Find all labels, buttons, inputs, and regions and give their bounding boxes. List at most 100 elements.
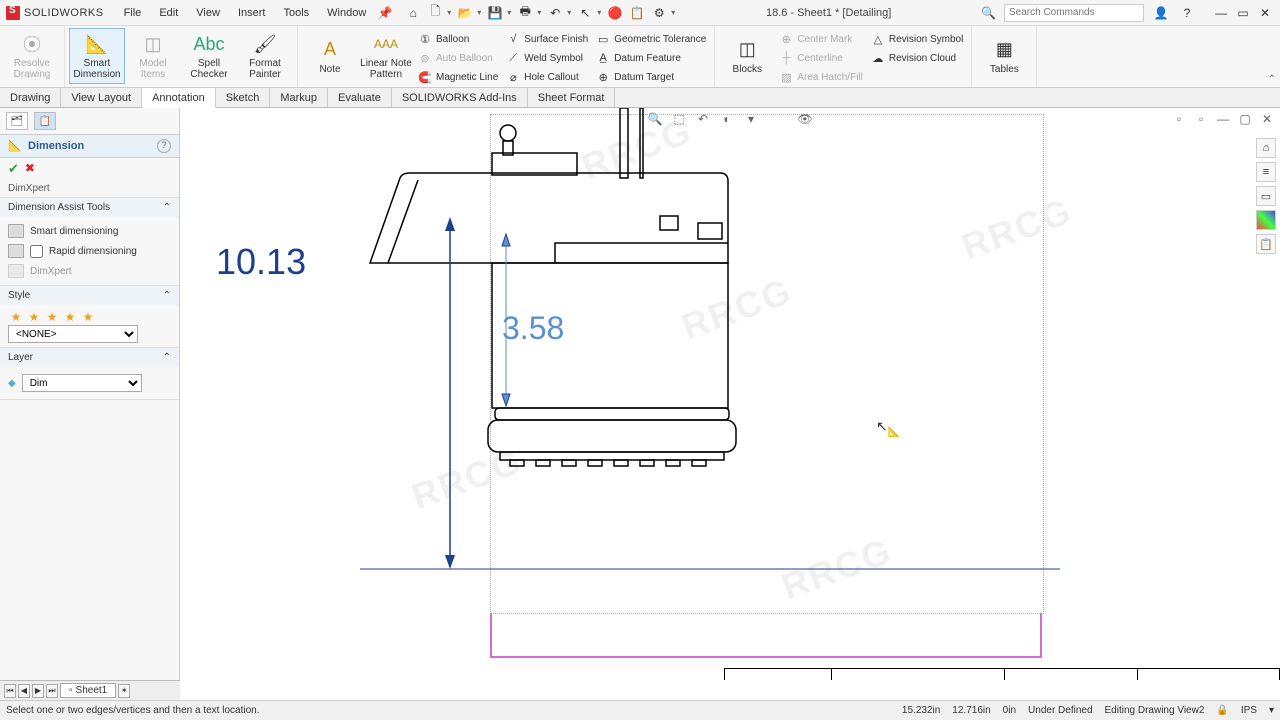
pin-icon[interactable]: 📌 [376,4,394,22]
settings-icon[interactable]: ⚙ [650,4,676,22]
style-icon-1[interactable]: ★ [8,309,24,325]
add-sheet-button[interactable]: ✶ [118,684,130,698]
home-icon[interactable]: ⌂ [404,4,422,22]
centerline-button: ┼Centerline [775,49,867,67]
style-icon-3[interactable]: ★ [44,309,60,325]
property-manager-tab[interactable]: 📋 [34,112,56,130]
rt-home-icon[interactable]: ⌂ [1256,138,1276,158]
weld-symbol-button[interactable]: ⟋Weld Symbol [502,49,592,67]
menu-file[interactable]: File [116,4,150,22]
sheet-tab-1[interactable]: ▫ Sheet1 [60,683,116,698]
magnetic-icon: 🧲 [418,70,432,84]
revision-symbol-button[interactable]: △Revision Symbol [867,30,967,48]
layer-section-header[interactable]: Layer⌃ [0,348,179,367]
bom-table[interactable]: ITEM NO. PART NUMBER Revision DESCRI 1 S… [724,668,1280,680]
login-icon[interactable]: 👤 [1152,4,1170,22]
surface-finish-button[interactable]: √Surface Finish [502,30,592,48]
spell-checker-button[interactable]: Abc Spell Checker [181,28,237,84]
cursor-icon: ↖📐 [876,418,900,438]
tab-addins[interactable]: SOLIDWORKS Add-Ins [392,88,528,107]
cancel-button[interactable]: ✖ [25,161,35,177]
geometric-tolerance-button[interactable]: ▭Geometric Tolerance [592,30,710,48]
rt-sheet-icon[interactable]: ▭ [1256,186,1276,206]
style-icon-4[interactable]: ★ [62,309,78,325]
undo-icon[interactable]: ↶ [546,4,572,22]
style-section-header[interactable]: Style⌃ [0,286,179,305]
ribbon-collapse-icon[interactable]: ⌃ [1268,74,1276,85]
mdi-close-icon[interactable]: ✕ [1258,110,1276,128]
dimension-value-outer[interactable]: 10.13 [216,241,306,283]
tab-sketch[interactable]: Sketch [216,88,271,107]
help-icon[interactable]: ? [1178,4,1196,22]
save-icon[interactable]: 💾 [486,4,512,22]
sheet-nav-first[interactable]: ⏮ [4,684,16,698]
ok-button[interactable]: ✔ [8,161,19,177]
dimension-icon: 📐 [85,32,109,56]
balloon-button[interactable]: ①Balloon [414,30,502,48]
style-icon-2[interactable]: ★ [26,309,42,325]
dimension-header-icon: 📐 [8,139,22,153]
rt-properties-icon[interactable]: 📋 [1256,234,1276,254]
menu-edit[interactable]: Edit [151,4,186,22]
smart-dim-icon [8,224,24,238]
note-button[interactable]: A Note [302,28,358,84]
rt-appearance-icon[interactable] [1256,210,1276,230]
new-icon[interactable]: 🗋 [426,4,452,22]
centerline-icon: ┼ [779,51,793,65]
sheet-nav-last[interactable]: ⏭ [46,684,58,698]
tab-sheet-format[interactable]: Sheet Format [528,88,616,107]
tab-markup[interactable]: Markup [270,88,328,107]
search-commands-input[interactable] [1004,4,1144,22]
tab-annotation[interactable]: Annotation [142,88,216,108]
magnetic-line-button[interactable]: 🧲Magnetic Line [414,68,502,86]
rt-layers-icon[interactable]: ≡ [1256,162,1276,182]
menu-insert[interactable]: Insert [230,4,274,22]
dimension-value-inner[interactable]: 3.58 [502,310,564,347]
layer-select[interactable]: Dim [22,374,142,392]
print-icon[interactable]: 🖶 [516,4,542,22]
status-rebuild-icon[interactable]: 🔒 [1216,705,1228,716]
sheet-nav-next[interactable]: ▶ [32,684,44,698]
revision-cloud-button[interactable]: ☁Revision Cloud [867,49,967,67]
rapid-dim-checkbox[interactable] [30,245,43,258]
tab-evaluate[interactable]: Evaluate [328,88,392,107]
style-icon-5[interactable]: ★ [80,309,96,325]
panel-help-icon[interactable]: ? [157,139,171,153]
blocks-button[interactable]: ◫ Blocks [719,28,775,84]
menu-view[interactable]: View [188,4,228,22]
mdi-max-icon[interactable]: ▢ [1236,110,1254,128]
dimxpert-subtab[interactable]: DimXpert [0,180,179,198]
minimize-icon[interactable]: — [1212,4,1230,22]
datum-target-button[interactable]: ⊕Datum Target [592,68,710,86]
drawing-canvas[interactable]: 🔍 ⬚ ↶ ◐ ▾ 👁 ▫ ▫ — ▢ ✕ ⌂ ≡ ▭ 📋 RRCG RRCG … [180,108,1280,680]
assist-section-header[interactable]: Dimension Assist Tools⌃ [0,198,179,217]
rapid-dimensioning-option[interactable]: Rapid dimensioning [8,241,171,261]
status-units[interactable]: IPS [1241,705,1257,716]
restore-icon[interactable]: ▭ [1234,4,1252,22]
tab-drawing[interactable]: Drawing [0,88,61,107]
select-icon[interactable]: ↖ [576,4,602,22]
menu-tools[interactable]: Tools [275,4,317,22]
hole-callout-button[interactable]: ⌀Hole Callout [502,68,592,86]
open-icon[interactable]: 📂 [456,4,482,22]
app-logo: SOLIDWORKS [6,6,104,20]
format-painter-button[interactable]: 🖌 Format Painter [237,28,293,84]
tables-button[interactable]: ▦ Tables [976,28,1032,84]
sheet-nav-prev[interactable]: ◀ [18,684,30,698]
mdi-tile-icon[interactable]: ▫ [1192,110,1210,128]
rebuild-icon[interactable]: 🔴 [606,4,624,22]
feature-manager-tab[interactable]: 🗂 [6,112,28,130]
style-select[interactable]: <NONE> [8,325,138,343]
mdi-cascade-icon[interactable]: ▫ [1170,110,1188,128]
options-icon[interactable]: 📋 [628,4,646,22]
linear-note-pattern-button[interactable]: AAA Linear Note Pattern [358,28,414,84]
dimxpert-option: DimXpert [8,261,171,281]
datum-feature-button[interactable]: A̲Datum Feature [592,49,710,67]
smart-dimension-button[interactable]: 📐 Smart Dimension [69,28,125,84]
mdi-min-icon[interactable]: — [1214,110,1232,128]
status-menu-icon[interactable]: ▾ [1269,705,1274,716]
menu-window[interactable]: Window [319,4,374,22]
close-icon[interactable]: ✕ [1256,4,1274,22]
tab-view-layout[interactable]: View Layout [61,88,142,107]
smart-dimensioning-option[interactable]: Smart dimensioning [8,221,171,241]
